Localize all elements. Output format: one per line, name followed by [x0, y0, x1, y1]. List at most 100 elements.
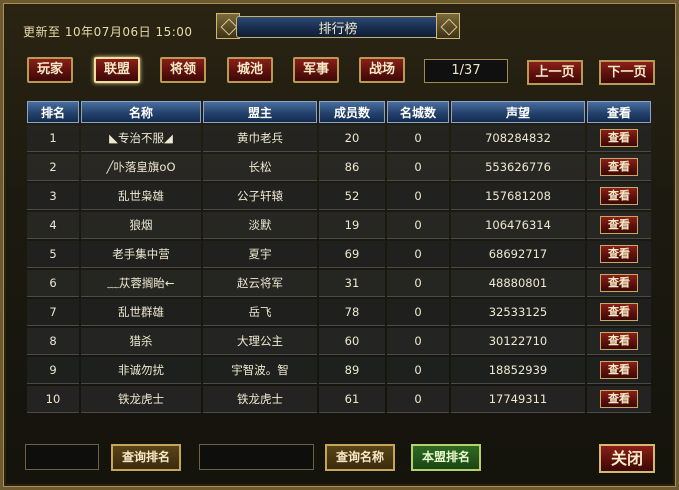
tab-player[interactable]: 玩家: [27, 57, 73, 83]
cell-members: 61: [319, 386, 385, 413]
cell-cities: 0: [387, 357, 449, 384]
cell-name: 老手集中营: [81, 241, 201, 268]
cell-prestige: 17749311: [451, 386, 585, 413]
table-row: 8 猎杀 大理公主 60 0 30122710 查看: [27, 328, 651, 355]
cell-name: ╱卟落皇旗oO: [81, 154, 201, 181]
col-name[interactable]: 名称: [81, 101, 201, 123]
cell-leader: 公子轩辕: [203, 183, 317, 210]
cell-leader: 赵云将军: [203, 270, 317, 297]
view-button[interactable]: 查看: [600, 274, 638, 292]
cell-leader: 长松: [203, 154, 317, 181]
close-button[interactable]: 关闭: [599, 444, 655, 473]
col-prestige[interactable]: 声望: [451, 101, 585, 123]
view-button[interactable]: 查看: [600, 390, 638, 408]
col-members[interactable]: 成员数: [319, 101, 385, 123]
cell-leader: 大理公主: [203, 328, 317, 355]
cell-rank: 9: [27, 357, 79, 384]
cell-name: 狼烟: [81, 212, 201, 239]
view-button[interactable]: 查看: [600, 216, 638, 234]
cell-members: 52: [319, 183, 385, 210]
col-leader[interactable]: 盟主: [203, 101, 317, 123]
table-row: 9 非诚勿扰 宇智波。智 89 0 18852939 查看: [27, 357, 651, 384]
view-button[interactable]: 查看: [600, 187, 638, 205]
col-rank[interactable]: 排名: [27, 101, 79, 123]
cell-cities: 0: [387, 241, 449, 268]
cell-rank: 1: [27, 125, 79, 152]
cell-name: 铁龙虎士: [81, 386, 201, 413]
view-button[interactable]: 查看: [600, 129, 638, 147]
cell-rank: 7: [27, 299, 79, 326]
cell-view: 查看: [587, 357, 651, 384]
cell-rank: 4: [27, 212, 79, 239]
view-button[interactable]: 查看: [600, 303, 638, 321]
cell-leader: 淡默: [203, 212, 317, 239]
cell-leader: 铁龙虎士: [203, 386, 317, 413]
cell-prestige: 18852939: [451, 357, 585, 384]
cell-name: 非诚勿扰: [81, 357, 201, 384]
rank-search-input[interactable]: [25, 444, 99, 470]
table-row: 1 ◣专治不服◢ 黄巾老兵 20 0 708284832 查看: [27, 125, 651, 152]
cell-cities: 0: [387, 299, 449, 326]
cell-rank: 10: [27, 386, 79, 413]
cell-view: 查看: [587, 299, 651, 326]
cell-view: 查看: [587, 212, 651, 239]
ranking-table: 排名 名称 盟主 成员数 名城数 声望 查看 1 ◣专治不服◢ 黄巾老兵 20 0 708…: [25, 99, 653, 415]
tab-battlefield[interactable]: 战场: [359, 57, 405, 83]
cell-name: 乱世群雄: [81, 299, 201, 326]
table-row: 5 老手集中营 夏宇 69 0 68692717 查看: [27, 241, 651, 268]
cell-rank: 3: [27, 183, 79, 210]
cell-view: 查看: [587, 154, 651, 181]
table-header-row: 排名 名称 盟主 成员数 名城数 声望 查看: [27, 101, 651, 123]
ranking-panel: 更新至 10年07月06日 15:00 排行榜 玩家 联盟 将领 城池 军事 战…: [0, 0, 679, 490]
table-body: 1 ◣专治不服◢ 黄巾老兵 20 0 708284832 查看 2 ╱卟落皇旗oO 长松 86 0 55…: [27, 125, 651, 413]
update-time: 更新至 10年07月06日 15:00: [23, 25, 193, 39]
cell-members: 86: [319, 154, 385, 181]
cell-rank: 2: [27, 154, 79, 181]
cell-members: 89: [319, 357, 385, 384]
tab-alliance[interactable]: 联盟: [94, 57, 140, 83]
next-page-button[interactable]: 下一页: [599, 60, 655, 85]
cell-prestige: 553626776: [451, 154, 585, 181]
search-rank-button[interactable]: 查询排名: [111, 444, 181, 471]
cell-prestige: 106476314: [451, 212, 585, 239]
view-button[interactable]: 查看: [600, 332, 638, 350]
prev-page-button[interactable]: 上一页: [527, 60, 583, 85]
cell-prestige: 32533125: [451, 299, 585, 326]
cell-cities: 0: [387, 125, 449, 152]
tab-city[interactable]: 城池: [227, 57, 273, 83]
title-plate: 排行榜: [216, 13, 460, 39]
cell-view: 查看: [587, 386, 651, 413]
cell-name: ﹏苁蓉搁眙←: [81, 270, 201, 297]
view-button[interactable]: 查看: [600, 361, 638, 379]
tab-military[interactable]: 军事: [293, 57, 339, 83]
cell-cities: 0: [387, 270, 449, 297]
cell-cities: 0: [387, 328, 449, 355]
page-indicator: 1/37: [424, 59, 508, 83]
cell-rank: 8: [27, 328, 79, 355]
col-cities[interactable]: 名城数: [387, 101, 449, 123]
cell-members: 31: [319, 270, 385, 297]
cell-cities: 0: [387, 183, 449, 210]
table-row: 2 ╱卟落皇旗oO 长松 86 0 553626776 查看: [27, 154, 651, 181]
cell-cities: 0: [387, 154, 449, 181]
cell-leader: 岳飞: [203, 299, 317, 326]
tab-general[interactable]: 将领: [160, 57, 206, 83]
view-button[interactable]: 查看: [600, 245, 638, 263]
my-alliance-rank-button[interactable]: 本盟排名: [411, 444, 481, 471]
cell-view: 查看: [587, 328, 651, 355]
search-name-button[interactable]: 查询名称: [325, 444, 395, 471]
cell-prestige: 157681208: [451, 183, 585, 210]
cell-name: 乱世枭雄: [81, 183, 201, 210]
cell-cities: 0: [387, 212, 449, 239]
cell-view: 查看: [587, 125, 651, 152]
cell-rank: 5: [27, 241, 79, 268]
cell-prestige: 30122710: [451, 328, 585, 355]
table-row: 10 铁龙虎士 铁龙虎士 61 0 17749311 查看: [27, 386, 651, 413]
name-search-input[interactable]: [199, 444, 314, 470]
cell-leader: 黄巾老兵: [203, 125, 317, 152]
cell-rank: 6: [27, 270, 79, 297]
cell-name: ◣专治不服◢: [81, 125, 201, 152]
col-view: 查看: [587, 101, 651, 123]
view-button[interactable]: 查看: [600, 158, 638, 176]
cell-prestige: 708284832: [451, 125, 585, 152]
